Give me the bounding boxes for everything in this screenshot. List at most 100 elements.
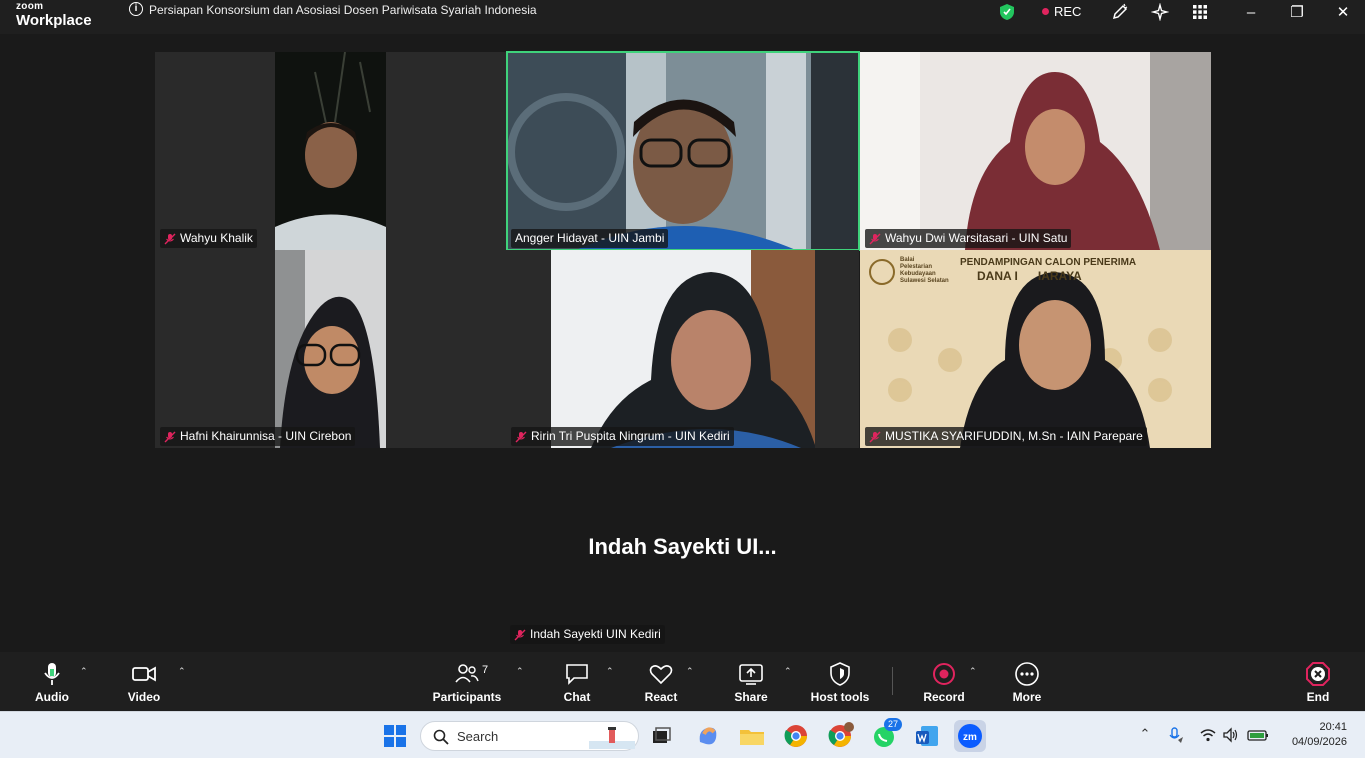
wifi-icon[interactable] — [1199, 726, 1217, 744]
word-icon[interactable] — [912, 720, 944, 752]
restore-icon[interactable]: ❐ — [1285, 3, 1309, 23]
muted-mic-icon — [869, 233, 881, 244]
zoom-taskbar-icon[interactable]: zm — [954, 720, 986, 752]
participant-name: Wahyu Dwi Warsitasari - UIN Satu — [885, 231, 1068, 245]
participant-name-label: Wahyu Khalik — [160, 229, 257, 248]
taskbar-search-box[interactable]: Search — [420, 721, 639, 751]
whatsapp-unread-badge: 27 — [884, 718, 903, 731]
zoom-window: zoom Workplace i Persiapan Konsorsium da… — [0, 0, 1365, 758]
heart-icon — [649, 665, 673, 685]
system-clock[interactable]: 20:41 04/09/2026 — [1292, 720, 1347, 750]
clock-time: 20:41 — [1319, 721, 1347, 733]
svg-text:zm: zm — [963, 732, 977, 743]
end-x-icon — [1306, 662, 1330, 686]
search-icon — [433, 729, 449, 745]
windows-taskbar: Search 27 zm ⌃ 20:41 04/09/2026 — [0, 711, 1365, 758]
participant-video — [506, 52, 859, 250]
mic-in-use-icon[interactable] — [1166, 726, 1184, 744]
chat-options-chevron-up-icon[interactable]: ⌃ — [606, 666, 616, 676]
battery-charging-icon[interactable] — [1247, 726, 1269, 744]
chrome-profile-icon[interactable] — [824, 720, 856, 752]
close-icon[interactable]: ✕ — [1331, 3, 1355, 23]
chat-button[interactable]: Chat — [554, 652, 600, 711]
copilot-icon[interactable] — [692, 720, 724, 752]
file-explorer-icon[interactable] — [736, 720, 768, 752]
logo-top: zoom — [16, 1, 44, 12]
participants-icon — [455, 664, 479, 683]
search-placeholder: Search — [457, 729, 499, 744]
participant-name-label: Angger Hidayat - UIN Jambi — [511, 229, 669, 248]
muted-mic-icon — [515, 431, 527, 442]
participant-name: Hafni Khairunnisa - UIN Cirebon — [180, 429, 352, 443]
participants-options-chevron-up-icon[interactable]: ⌃ — [516, 666, 526, 676]
participant-name-label: Hafni Khairunnisa - UIN Cirebon — [160, 427, 356, 446]
record-icon — [933, 663, 955, 685]
show-hidden-icons-chevron-up-icon[interactable]: ⌃ — [1136, 726, 1154, 744]
participant-name: Ririn Tri Puspita Ningrum - UIN Kediri — [531, 429, 730, 443]
audio-options-chevron-up-icon[interactable]: ⌃ — [80, 666, 90, 676]
host-tools-shield-icon — [830, 662, 850, 686]
logo-bottom: Workplace — [16, 12, 92, 29]
clock-date: 04/09/2026 — [1291, 736, 1347, 748]
recording-label[interactable]: REC — [1054, 4, 1081, 19]
video-tile[interactable]: Wahyu Dwi Warsitasari - UIN Satu — [860, 52, 1211, 250]
apps-grid-icon[interactable] — [1191, 3, 1209, 21]
minimize-icon[interactable]: – — [1239, 3, 1263, 23]
security-shield-icon[interactable] — [999, 3, 1015, 21]
participants-button[interactable]: 7 Participants — [432, 652, 502, 711]
participant-name: Angger Hidayat - UIN Jambi — [515, 231, 665, 245]
record-options-chevron-up-icon[interactable]: ⌃ — [969, 666, 979, 676]
more-ellipsis-icon — [1015, 662, 1039, 686]
video-options-chevron-up-icon[interactable]: ⌃ — [178, 666, 188, 676]
react-options-chevron-up-icon[interactable]: ⌃ — [686, 666, 696, 676]
participant-video — [860, 52, 1211, 250]
audio-button[interactable]: Audio — [26, 652, 78, 711]
participant-name-label: Wahyu Dwi Warsitasari - UIN Satu — [865, 229, 1072, 248]
video-tile[interactable]: Ririn Tri Puspita Ningrum - UIN Kediri — [506, 250, 859, 448]
share-options-chevron-up-icon[interactable]: ⌃ — [784, 666, 794, 676]
windows-start-icon[interactable] — [384, 725, 406, 747]
task-view-icon[interactable] — [645, 720, 677, 752]
zoom-logo: zoom Workplace — [16, 1, 92, 29]
microphone-icon — [44, 663, 60, 685]
no-video-display-name: Indah Sayekti UI... — [588, 534, 777, 559]
ai-companion-sparkle-icon[interactable] — [1151, 3, 1169, 21]
participants-count: 7 — [482, 664, 489, 676]
volume-icon[interactable] — [1222, 726, 1240, 744]
banner-org-name: Balai Pelestarian Kebudayaan Sulawesi Se… — [900, 257, 949, 284]
participant-video — [275, 52, 386, 250]
banner-headline-1: PENDAMPINGAN CALON PENERIMA — [960, 257, 1137, 268]
video-tile[interactable]: Balai Pelestarian Kebudayaan Sulawesi Se… — [860, 250, 1211, 448]
muted-mic-icon — [869, 431, 881, 442]
more-button[interactable]: More — [1004, 652, 1050, 711]
meeting-toolbar: Audio ⌃ Video ⌃ 7 Participants ⌃ Chat ⌃ … — [0, 652, 1365, 711]
chat-bubble-icon — [566, 664, 588, 685]
banner-headline-2: DANA I IARAYA — [977, 269, 1082, 283]
host-tools-button[interactable]: Host tools — [810, 652, 870, 711]
whatsapp-icon[interactable]: 27 — [868, 718, 903, 752]
video-tile[interactable]: Hafni Khairunnisa - UIN Cirebon — [155, 250, 506, 448]
participant-video — [275, 250, 386, 448]
end-meeting-button[interactable]: End — [1296, 652, 1340, 711]
title-bar: zoom Workplace i Persiapan Konsorsium da… — [0, 0, 1365, 34]
meeting-title: Persiapan Konsorsium dan Asosiasi Dosen … — [149, 3, 537, 17]
muted-mic-icon — [164, 233, 176, 244]
record-button[interactable]: Record — [920, 652, 968, 711]
video-tile[interactable]: Wahyu Khalik — [155, 52, 506, 250]
video-tile-active-speaker[interactable]: Angger Hidayat - UIN Jambi — [506, 52, 859, 250]
participant-name: Indah Sayekti UIN Kediri — [530, 627, 661, 641]
participant-name-label: MUSTIKA SYARIFUDDIN, M.Sn - IAIN Parepar… — [865, 427, 1147, 446]
participant-name: MUSTIKA SYARIFUDDIN, M.Sn - IAIN Parepar… — [885, 429, 1143, 443]
search-highlight-lighthouse-icon — [589, 727, 635, 749]
recording-dot-icon — [1042, 8, 1049, 15]
muted-mic-icon — [164, 431, 176, 442]
share-button[interactable]: Share — [728, 652, 774, 711]
video-button[interactable]: Video — [118, 652, 170, 711]
chrome-icon[interactable] — [780, 720, 812, 752]
participant-name: Wahyu Khalik — [180, 231, 253, 245]
annotate-pen-icon[interactable] — [1111, 3, 1129, 21]
participant-name-label: Ririn Tri Puspita Ningrum - UIN Kediri — [511, 427, 734, 446]
no-video-participant-label[interactable]: Indah Sayekti UIN Kediri — [510, 625, 665, 644]
info-icon[interactable]: i — [129, 2, 143, 16]
react-button[interactable]: React — [638, 652, 684, 711]
